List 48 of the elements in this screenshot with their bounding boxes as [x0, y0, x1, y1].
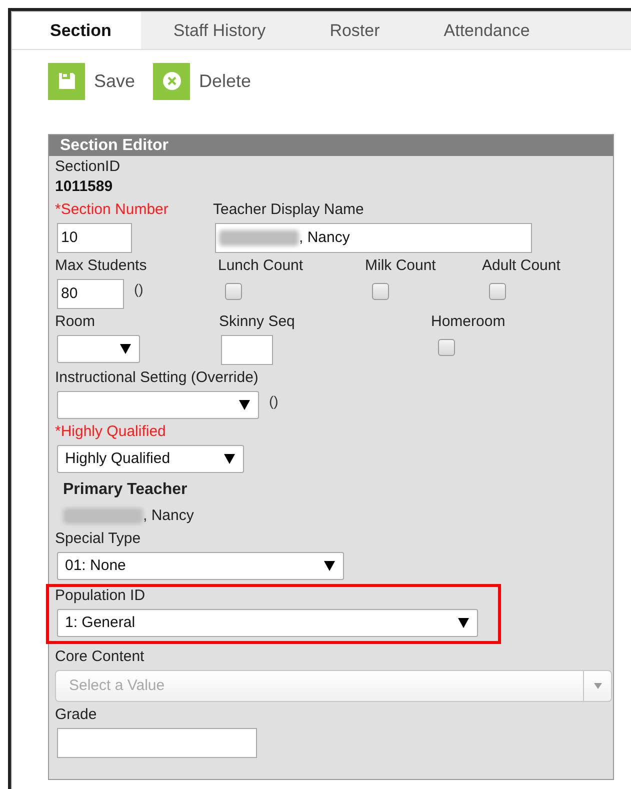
caret-icon: [120, 344, 131, 354]
text-field[interactable]: 80: [57, 279, 124, 309]
tab[interactable]: Roster: [298, 12, 412, 49]
caret-icon: [594, 683, 602, 689]
field-label: Instructional Setting (Override): [55, 369, 260, 387]
field-label: Skinny Seq: [219, 313, 296, 331]
dropdown[interactable]: 01: None: [57, 552, 344, 580]
field-label: Teacher Display Name: [213, 201, 365, 219]
caret-icon: [239, 400, 250, 410]
field-label: Room: [55, 313, 96, 331]
field-label: SectionID: [55, 158, 120, 176]
tab[interactable]: Staff History: [141, 12, 298, 49]
field-label: *Highly Qualified: [55, 423, 167, 441]
field-label: Adult Count: [482, 257, 560, 275]
field-label: Special Type: [55, 530, 142, 548]
field-label: *Section Number: [55, 201, 170, 219]
close-icon: [162, 71, 182, 91]
caret-icon: [324, 561, 335, 571]
tab[interactable]: Attendance: [412, 12, 562, 49]
tab[interactable]: Section: [12, 12, 142, 49]
field-label: Core Content: [55, 648, 146, 666]
field-label: Homeroom: [431, 313, 506, 331]
caret-icon: [224, 454, 235, 464]
note-text: (): [269, 392, 278, 411]
save-button[interactable]: Save: [48, 62, 136, 100]
field-label: Max Students: [55, 257, 148, 275]
text-field[interactable]: [221, 335, 273, 365]
dropdown[interactable]: [57, 335, 140, 363]
delete-button[interactable]: Delete: [153, 62, 252, 100]
field-label: Lunch Count: [218, 257, 304, 275]
field-label: Grade: [55, 706, 98, 724]
checkbox[interactable]: [438, 339, 455, 356]
text-field[interactable]: [57, 728, 257, 758]
checkbox[interactable]: [225, 283, 242, 300]
teacher-name: , Nancy: [143, 506, 194, 526]
field-label: Population ID: [55, 587, 146, 605]
dropdown[interactable]: Highly Qualified: [57, 445, 244, 473]
section-heading: Primary Teacher: [63, 480, 188, 500]
caret-icon: [458, 618, 469, 628]
panel-title: Section Editor: [49, 135, 613, 156]
section-id-value: 1011589: [55, 177, 114, 197]
dropdown[interactable]: 1: General: [57, 609, 478, 637]
text-field[interactable]: 10: [57, 223, 132, 253]
note-text: (): [134, 280, 144, 299]
text-field[interactable]: , Nancy: [215, 223, 532, 253]
field-label: Milk Count: [365, 257, 437, 275]
checkbox[interactable]: [372, 283, 389, 300]
checkbox[interactable]: [489, 283, 506, 300]
